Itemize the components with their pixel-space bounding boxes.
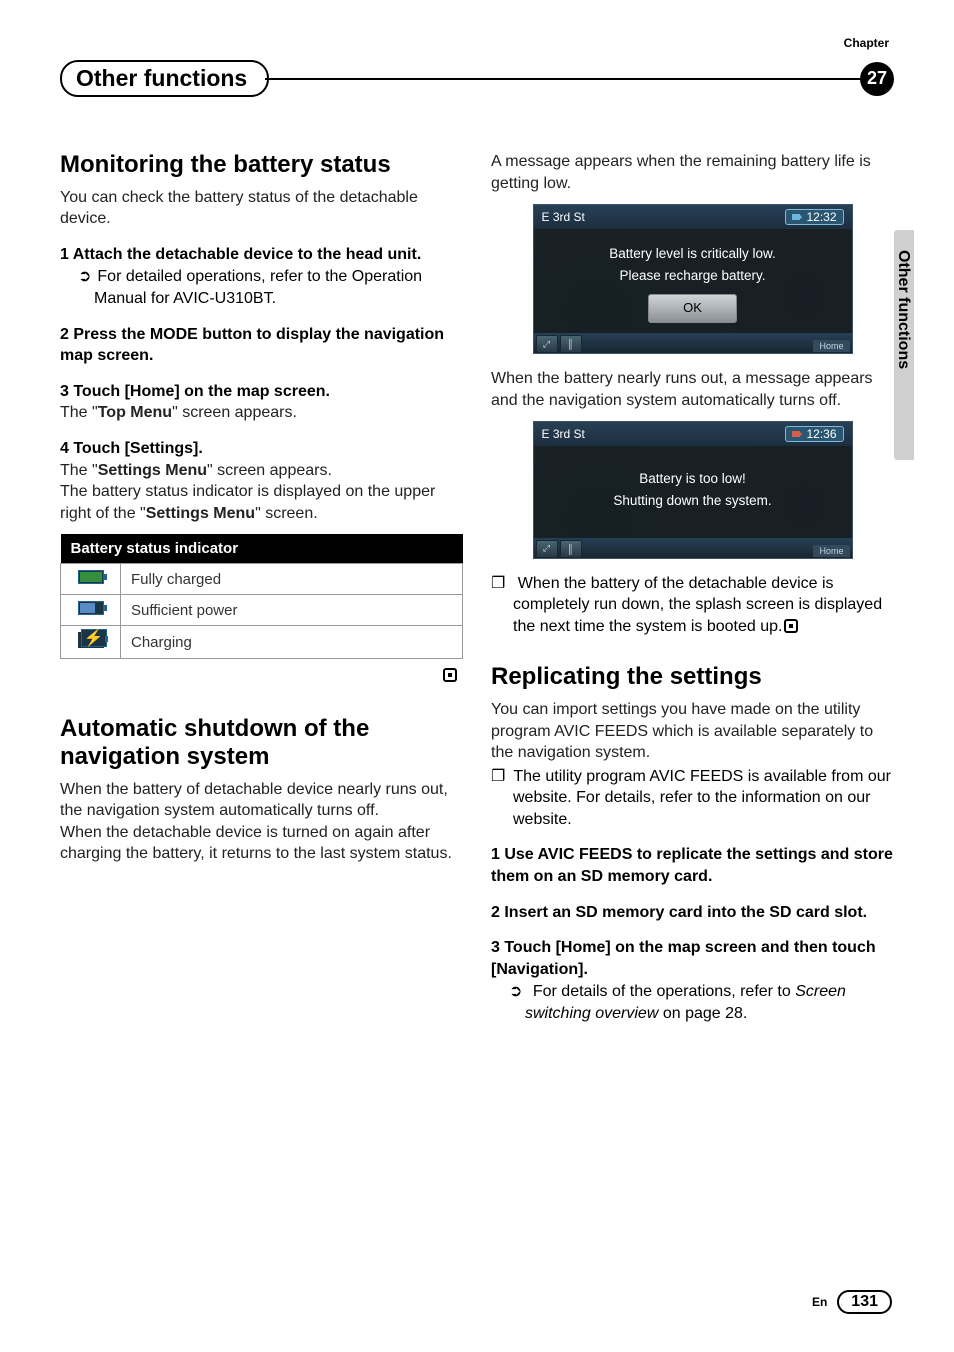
chapter-number-badge: 27 — [860, 62, 894, 96]
battery-full-icon — [78, 570, 104, 584]
heading-replicating: Replicating the settings — [491, 663, 894, 691]
table-row: Sufficient power — [61, 595, 463, 626]
heading-shutdown: Automatic shutdown of the navigation sys… — [60, 715, 463, 770]
chapter-label: Chapter — [844, 36, 889, 50]
shutdown-body2: When the detachable device is turned on … — [60, 822, 463, 865]
t: The " — [60, 404, 98, 421]
step-3: 3 Touch [Home] on the map screen. — [60, 381, 463, 403]
battery-sufficient-icon — [78, 601, 104, 615]
battery-charging-label: Charging — [121, 626, 463, 659]
rep-step-3: 3 Touch [Home] on the map screen and the… — [491, 937, 894, 980]
header-rule — [265, 78, 862, 80]
battery-full-label: Fully charged — [121, 564, 463, 595]
shot-msg-2: Please recharge battery. — [542, 265, 844, 287]
section-end — [60, 667, 463, 685]
t: on page 28. — [658, 1005, 747, 1022]
shot-time: 12:36 — [785, 426, 843, 442]
ok-button[interactable]: OK — [648, 294, 737, 323]
step-2: 2 Press the MODE button to display the n… — [60, 324, 463, 367]
lang-label: En — [812, 1295, 827, 1309]
note-text: When the battery of the detachable devic… — [513, 575, 882, 635]
right-column: A message appears when the remaining bat… — [491, 151, 894, 1025]
t: " screen. — [255, 505, 318, 522]
note-booted: When the battery of the detachable devic… — [491, 573, 894, 638]
left-column: Monitoring the battery status You can ch… — [60, 151, 463, 1025]
heading-monitoring: Monitoring the battery status — [60, 151, 463, 179]
rep-step-2-lead: 2 Insert an SD memory card into the SD c… — [491, 904, 867, 921]
page-footer: En 131 — [812, 1290, 892, 1314]
t: " screen appears. — [172, 404, 297, 421]
end-mark-icon — [784, 619, 798, 633]
step-4-body1: The "Settings Menu" screen appears. — [60, 460, 463, 482]
shot-msg-2: Shutting down the system. — [542, 490, 844, 512]
rep-step-1-lead: 1 Use AVIC FEEDS to replicate the settin… — [491, 846, 893, 885]
step-1-sub: For detailed operations, refer to the Op… — [60, 266, 463, 309]
rep-step-1: 1 Use AVIC FEEDS to replicate the settin… — [491, 844, 894, 887]
home-button[interactable]: Home — [813, 340, 849, 352]
between-text: When the battery nearly runs out, a mess… — [491, 368, 894, 411]
side-tab-label: Other functions — [894, 250, 912, 369]
shot-msg-1: Battery is too low! — [542, 468, 844, 490]
battery-mini-icon — [792, 429, 802, 439]
home-button[interactable]: Home — [813, 545, 849, 557]
replicating-body: You can import settings you have made on… — [491, 699, 894, 764]
replicating-note: The utility program AVIC FEEDS is availa… — [491, 766, 894, 831]
header-row: Other functions 27 — [60, 60, 894, 97]
shot-location: E 3rd St — [542, 210, 585, 224]
step-4-lead: 4 Touch [Settings]. — [60, 440, 203, 457]
ruler-icon[interactable]: ║ — [560, 335, 582, 353]
t: For details of the operations, refer to — [533, 983, 795, 1000]
page-number: 131 — [837, 1290, 892, 1314]
step-3-body: The "Top Menu" screen appears. — [60, 402, 463, 424]
intro-text: You can check the battery status of the … — [60, 187, 463, 230]
t: Settings Menu — [98, 462, 207, 479]
battery-mini-icon — [792, 212, 802, 222]
rep-step-3-sub: For details of the operations, refer to … — [491, 981, 894, 1024]
end-mark-icon — [443, 668, 457, 682]
shot-time: 12:32 — [785, 209, 843, 225]
t: Top Menu — [98, 404, 172, 421]
right-intro: A message appears when the remaining bat… — [491, 151, 894, 194]
rep-step-3-lead: 3 Touch [Home] on the map screen and the… — [491, 939, 876, 978]
shot-location: E 3rd St — [542, 427, 585, 441]
step-4-body2: The battery status indicator is displaye… — [60, 481, 463, 524]
table-row: Charging — [61, 626, 463, 659]
screenshot-low-battery: E 3rd St 12:32 Battery level is critical… — [533, 204, 853, 354]
battery-charging-icon — [78, 632, 104, 648]
t: Settings Menu — [146, 505, 255, 522]
t: " screen appears. — [207, 462, 332, 479]
ruler-icon[interactable]: ║ — [560, 540, 582, 558]
step-4: 4 Touch [Settings]. — [60, 438, 463, 460]
rep-step-2: 2 Insert an SD memory card into the SD c… — [491, 902, 894, 924]
step-1: 1 Attach the detachable device to the he… — [60, 244, 463, 266]
step-3-lead: 3 Touch [Home] on the map screen. — [60, 383, 330, 400]
screenshot-shutdown: E 3rd St 12:36 Battery is too low! Shutt… — [533, 421, 853, 558]
section-title: Other functions — [60, 60, 269, 97]
battery-table: Battery status indicator Fully charged S… — [60, 534, 463, 659]
t: The " — [60, 462, 98, 479]
battery-sufficient-label: Sufficient power — [121, 595, 463, 626]
zoom-icon[interactable]: ⤢ — [536, 335, 558, 353]
table-row: Fully charged — [61, 564, 463, 595]
zoom-icon[interactable]: ⤢ — [536, 540, 558, 558]
battery-table-header: Battery status indicator — [61, 534, 463, 564]
shutdown-body1: When the battery of detachable device ne… — [60, 779, 463, 822]
shot-msg-1: Battery level is critically low. — [542, 243, 844, 265]
step-2-lead: 2 Press the MODE button to display the n… — [60, 326, 444, 365]
step-1-lead: 1 Attach the detachable device to the he… — [60, 246, 421, 263]
